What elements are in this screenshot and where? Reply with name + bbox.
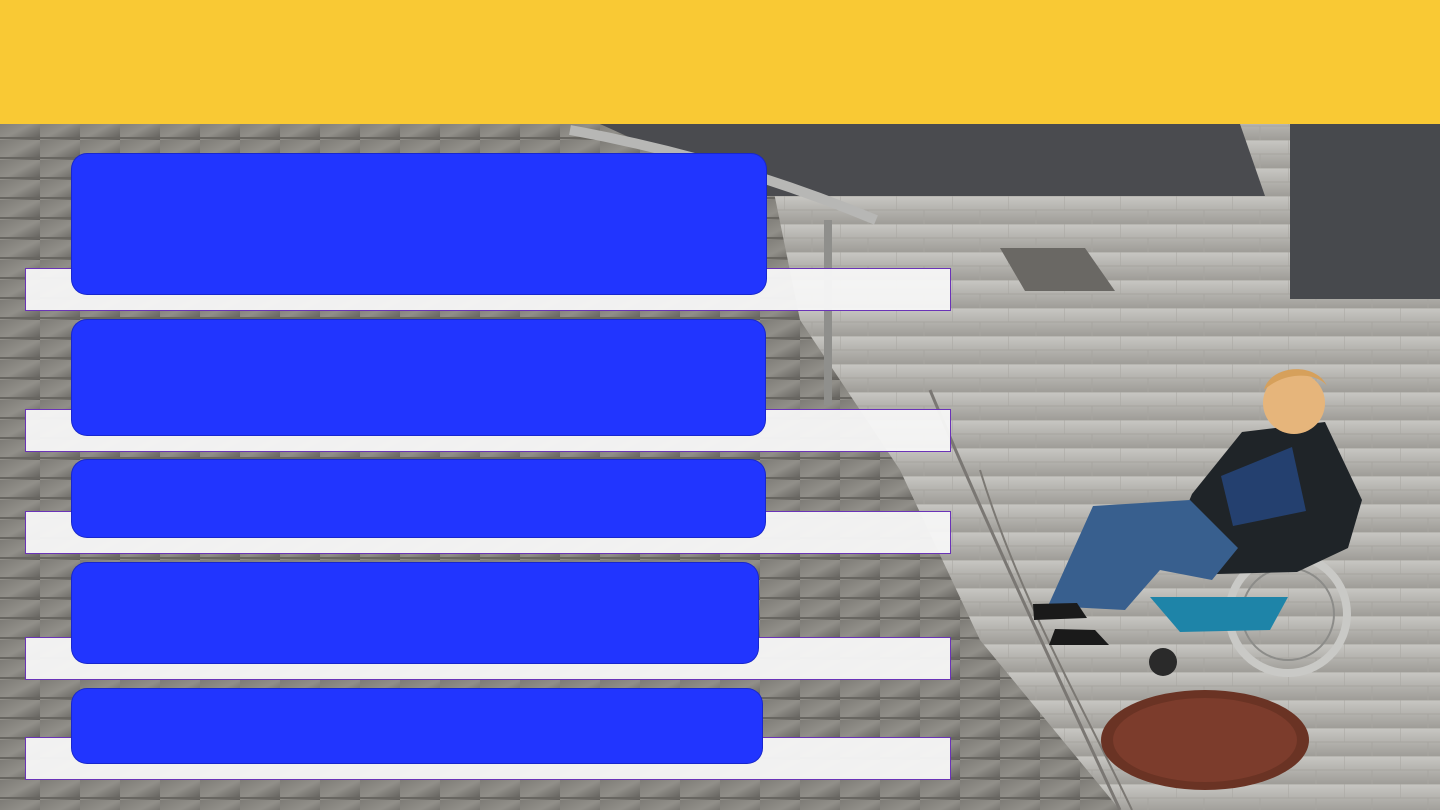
slide-canvas [0,0,1440,810]
content-card-3 [71,459,766,538]
content-card-1 [71,153,767,295]
content-card-4 [71,562,759,664]
content-card-2 [71,319,766,436]
top-banner [0,0,1440,124]
content-card-5 [71,688,763,764]
